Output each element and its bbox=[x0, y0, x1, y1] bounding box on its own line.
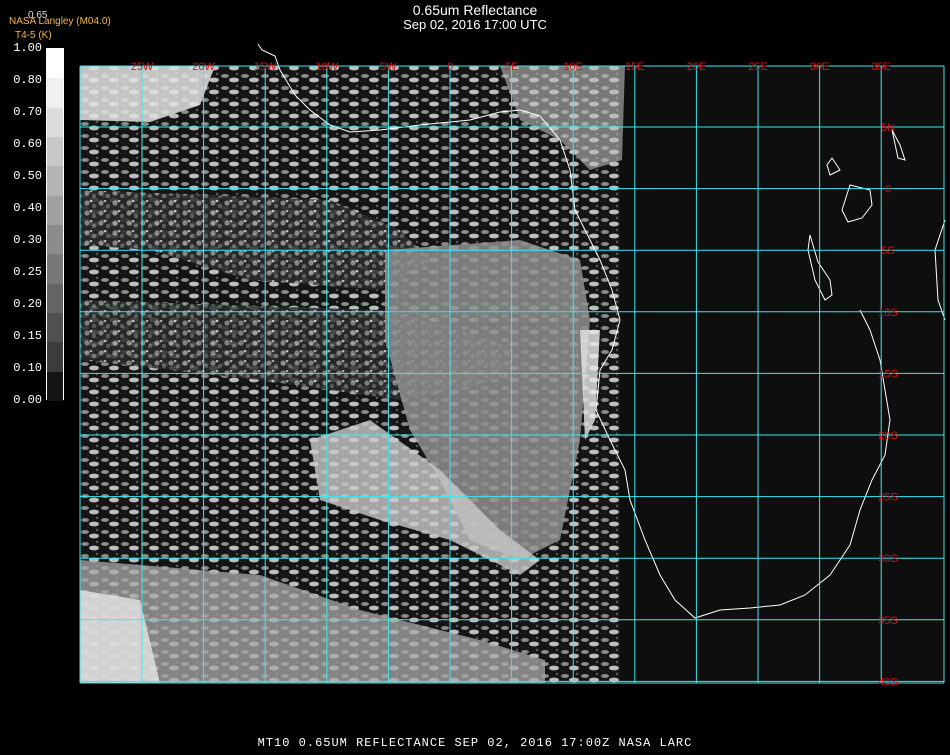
longitude-label: 20E bbox=[687, 61, 707, 73]
latitude-label: 0 bbox=[885, 184, 891, 196]
latitude-label: 20S bbox=[878, 430, 898, 442]
longitude-label: 25W bbox=[131, 61, 154, 73]
latitude-label: 5S bbox=[881, 245, 894, 257]
longitude-label: 15W bbox=[254, 61, 277, 73]
longitude-label: 0 bbox=[447, 61, 453, 73]
longitude-label: 5E bbox=[505, 61, 518, 73]
latitude-label: 5N bbox=[881, 122, 895, 134]
longitude-label: 20W bbox=[192, 61, 215, 73]
longitude-label: 15E bbox=[625, 61, 645, 73]
latitude-label: 25S bbox=[878, 492, 898, 504]
longitude-label: 5W bbox=[380, 61, 397, 73]
longitude-label: 25E bbox=[748, 61, 768, 73]
latitude-label: 15S bbox=[878, 368, 898, 380]
latitude-label: 30S bbox=[878, 553, 898, 565]
longitude-label: 10E bbox=[563, 61, 583, 73]
longitude-label: 30E bbox=[810, 61, 830, 73]
latitude-label: 40S bbox=[878, 676, 898, 688]
satellite-map: 25W 20W 15W 10W 5W 0 5E 10E 15E 20E 25E 30E 35E 5N 0 5S… bbox=[0, 0, 950, 750]
footer-caption: MT10 0.65UM REFLECTANCE SEP 02, 2016 17:… bbox=[257, 736, 693, 750]
map-svg: 25W 20W 15W 10W 5W 0 5E 10E 15E 20E 25E 30E 35E 5N 0 5S… bbox=[79, 43, 946, 688]
latitude-label: 35S bbox=[878, 615, 898, 627]
longitude-label: 35E bbox=[871, 61, 891, 73]
latitude-label: 10S bbox=[878, 307, 898, 319]
longitude-label: 10W bbox=[315, 61, 338, 73]
